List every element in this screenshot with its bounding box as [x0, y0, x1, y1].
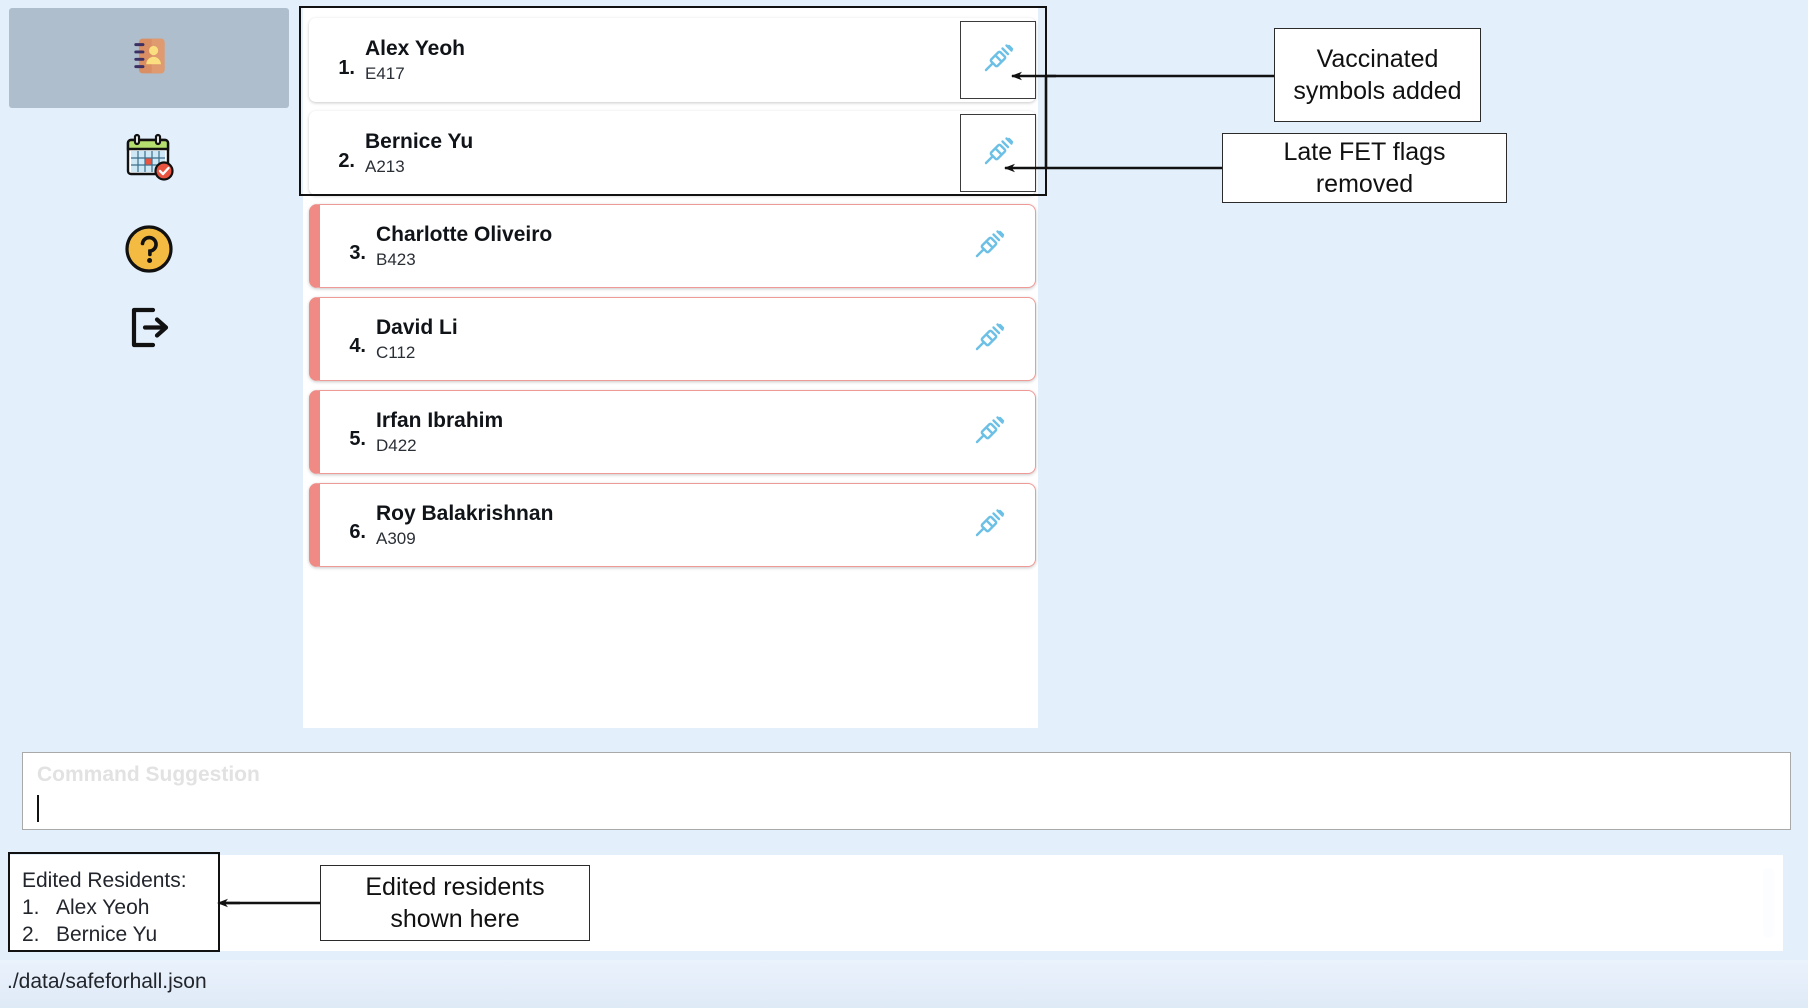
resident-room: D422 [376, 436, 417, 456]
vaccinated-cell [960, 21, 1036, 99]
row-index: 3. [349, 242, 366, 264]
save-location-path: ./data/safeforhall.json [7, 970, 207, 993]
address-book-icon [127, 34, 171, 83]
table-row[interactable]: 1. Alex Yeoh E417 [309, 18, 1036, 102]
row-index: 6. [349, 521, 366, 543]
resident-room: A213 [365, 157, 405, 177]
command-suggestion-placeholder: Command Suggestion [37, 763, 260, 786]
command-input-caret [37, 795, 39, 823]
resident-name: Bernice Yu [365, 129, 474, 153]
resident-room: A309 [376, 529, 416, 549]
edited-residents-heading: Edited Residents: [22, 869, 187, 892]
syringe-icon [969, 224, 1009, 269]
table-row[interactable]: 4. David Li C112 [309, 297, 1036, 381]
result-scrollbar[interactable] [1763, 868, 1774, 938]
list-item-number: 2. [22, 922, 40, 946]
vaccinated-cell [943, 390, 1035, 474]
resident-name: Charlotte Oliveiro [376, 222, 553, 246]
resident-list-panel: 1. Alex Yeoh E417 2. Bernice Yu A213 3. … [303, 8, 1038, 728]
syringe-icon [978, 131, 1018, 176]
resident-room: B423 [376, 250, 416, 270]
vaccinated-cell [943, 204, 1035, 288]
resident-room: C112 [376, 343, 416, 363]
vaccinated-cell [943, 483, 1035, 567]
table-row[interactable]: 3. Charlotte Oliveiro B423 [309, 204, 1036, 288]
logout-icon [123, 301, 175, 358]
syringe-icon [969, 410, 1009, 455]
table-row[interactable]: 6. Roy Balakrishnan A309 [309, 483, 1036, 567]
command-suggestion-box[interactable]: Command Suggestion [22, 752, 1791, 830]
row-index: 1. [338, 57, 355, 79]
calendar-check-icon [122, 131, 176, 190]
sidebar-item-help[interactable] [9, 222, 289, 280]
table-row[interactable]: 5. Irfan Ibrahim D422 [309, 390, 1036, 474]
result-display-box [9, 855, 1783, 951]
sidebar-item-exit[interactable] [9, 300, 289, 358]
syringe-icon [978, 38, 1018, 83]
list-item: 1. Alex Yeoh [22, 895, 187, 922]
list-item-label: Alex Yeoh [56, 895, 150, 919]
resident-name: Alex Yeoh [365, 36, 465, 60]
application-window: 1. Alex Yeoh E417 2. Bernice Yu A213 3. … [0, 0, 1808, 1008]
help-circle-icon [123, 223, 175, 280]
row-index: 2. [338, 150, 355, 172]
row-index: 5. [349, 428, 366, 450]
resident-room: E417 [365, 64, 405, 84]
status-bar: ./data/safeforhall.json [0, 960, 1808, 1008]
resident-name: David Li [376, 315, 458, 339]
vaccinated-cell [960, 114, 1036, 192]
syringe-icon [969, 317, 1009, 362]
list-item-number: 1. [22, 895, 40, 919]
syringe-icon [969, 503, 1009, 548]
table-row[interactable]: 2. Bernice Yu A213 [309, 111, 1036, 195]
list-item-label: Bernice Yu [56, 922, 158, 946]
vaccinated-cell [943, 297, 1035, 381]
resident-name: Irfan Ibrahim [376, 408, 504, 432]
edited-residents-result: Edited Residents: 1. Alex Yeoh 2. Bernic… [22, 868, 187, 949]
row-index: 4. [349, 335, 366, 357]
sidebar-item-events[interactable] [9, 130, 289, 190]
sidebar-item-contacts[interactable] [9, 8, 289, 108]
list-item: 2. Bernice Yu [22, 922, 187, 949]
resident-name: Roy Balakrishnan [376, 501, 554, 525]
